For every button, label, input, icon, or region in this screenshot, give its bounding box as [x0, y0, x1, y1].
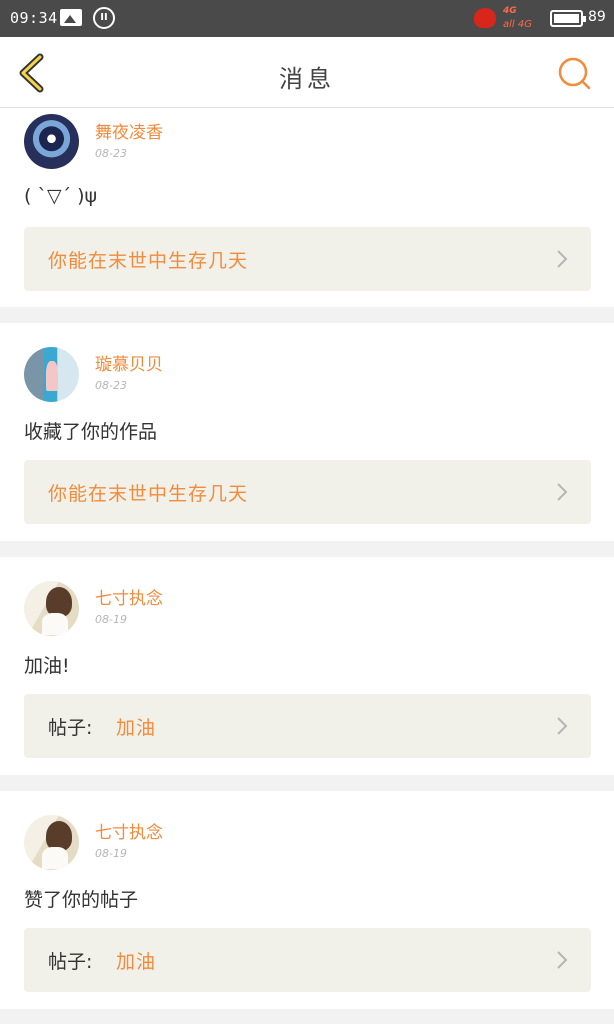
- message-card: 七寸执念 08-19 赞了你的帖子 帖子: 加油: [0, 791, 614, 1009]
- linked-post-title: 加油: [116, 951, 157, 973]
- chevron-right-icon: [557, 717, 568, 735]
- linked-post[interactable]: 帖子: 加油: [24, 928, 591, 992]
- pet-app-icon: [474, 8, 496, 28]
- avatar[interactable]: [24, 815, 79, 870]
- search-icon: [558, 57, 591, 90]
- signal-indicator: all 4G: [503, 19, 532, 30]
- message-card: 七寸执念 08-19 加油! 帖子: 加油: [0, 557, 614, 775]
- message-date: 08-23: [95, 147, 127, 160]
- image-icon: [60, 9, 82, 26]
- linked-post-title: 你能在末世中生存几天: [48, 483, 249, 505]
- linked-post[interactable]: 你能在末世中生存几天: [24, 227, 591, 291]
- chevron-right-icon: [557, 951, 568, 969]
- chevron-right-icon: [557, 483, 568, 501]
- message-date: 08-19: [95, 613, 127, 626]
- username[interactable]: 七寸执念: [95, 818, 163, 843]
- linked-post-title: 加油: [116, 717, 157, 739]
- linked-post-label: 帖子:: [48, 717, 93, 739]
- avatar[interactable]: [24, 581, 79, 636]
- top-nav-bar: 消息: [0, 37, 614, 108]
- message-content: 加油!: [24, 655, 70, 677]
- battery-level: 89: [588, 9, 606, 25]
- linked-post[interactable]: 帖子: 加油: [24, 694, 591, 758]
- page-title: 消息: [279, 65, 335, 93]
- message-card: 璇慕贝贝 08-23 收藏了你的作品 你能在末世中生存几天: [0, 323, 614, 541]
- message-content: ( ˋ▽ˊ )ψ: [24, 185, 98, 207]
- linked-post[interactable]: 你能在末世中生存几天: [24, 460, 591, 524]
- username[interactable]: 舞夜凌香: [95, 118, 163, 143]
- username[interactable]: 七寸执念: [95, 584, 163, 609]
- search-button[interactable]: [556, 55, 594, 93]
- username[interactable]: 璇慕贝贝: [95, 350, 163, 375]
- chevron-right-icon: [557, 250, 568, 268]
- pause-icon: II: [93, 7, 115, 29]
- message-date: 08-23: [95, 379, 127, 392]
- message-list: 舞夜凌香 08-23 ( ˋ▽ˊ )ψ 你能在末世中生存几天 璇慕贝贝 08-2…: [0, 108, 614, 1024]
- message-content: 赞了你的帖子: [24, 889, 139, 911]
- network-type: 4G: [503, 6, 517, 16]
- message-date: 08-19: [95, 847, 127, 860]
- message-content: 收藏了你的作品: [24, 421, 158, 443]
- status-time: 09:34: [10, 9, 58, 27]
- linked-post-label: 帖子:: [48, 951, 93, 973]
- message-card: 舞夜凌香 08-23 ( ˋ▽ˊ )ψ 你能在末世中生存几天: [0, 108, 614, 307]
- avatar[interactable]: [24, 347, 79, 402]
- battery-icon: [550, 10, 586, 27]
- avatar[interactable]: [24, 114, 79, 169]
- status-bar: 09:34 II 4G all 4G 89: [0, 0, 614, 37]
- linked-post-title: 你能在末世中生存几天: [48, 250, 249, 272]
